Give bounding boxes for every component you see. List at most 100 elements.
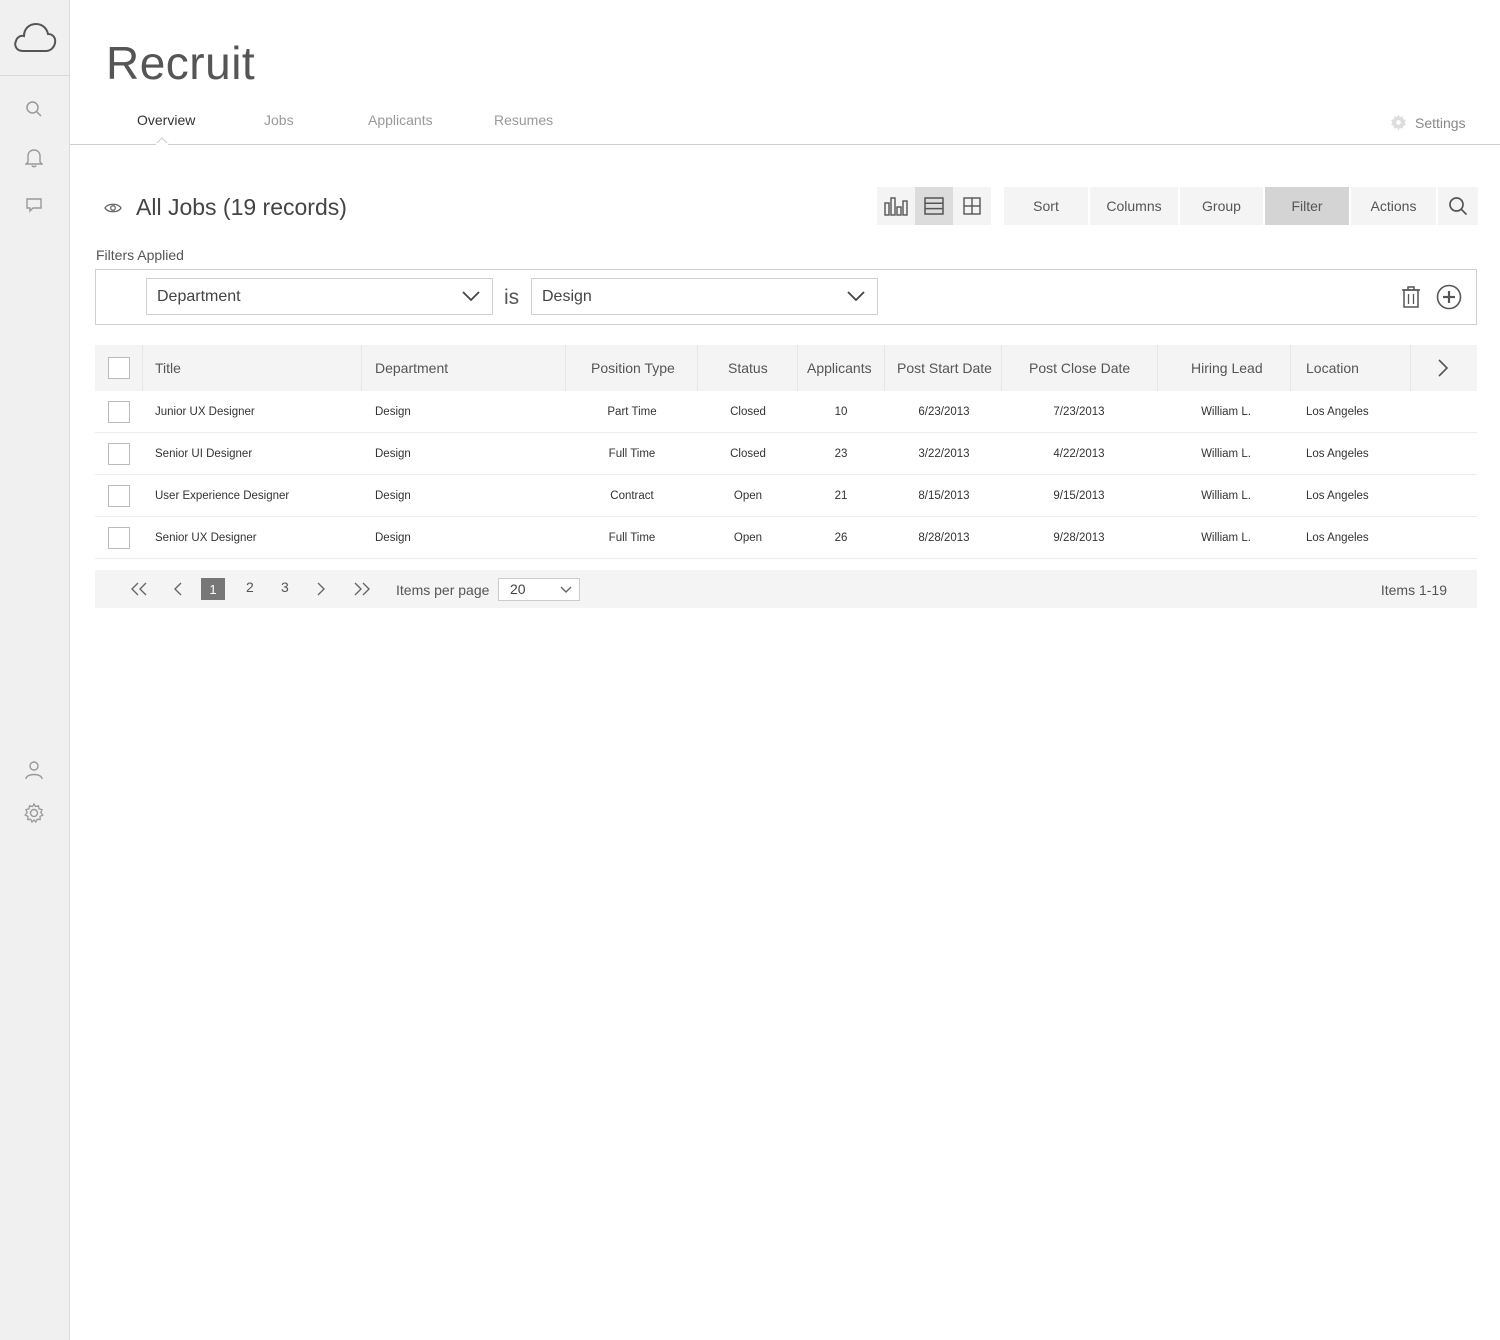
column-header-hiring-lead[interactable]: Hiring Lead: [1191, 360, 1263, 376]
table-row[interactable]: Junior UX Designer Design Part Time Clos…: [95, 391, 1477, 433]
cell-post-close-date: 9/15/2013: [1053, 490, 1105, 502]
list-view-icon: [924, 197, 944, 215]
next-page-icon[interactable]: [316, 582, 326, 596]
cell-hiring-lead: William L.: [1201, 406, 1251, 418]
row-checkbox[interactable]: [108, 527, 130, 549]
page-button-current[interactable]: 1: [201, 578, 225, 600]
list-header: All Jobs (19 records): [104, 194, 347, 221]
search-button[interactable]: [1438, 187, 1478, 225]
column-header-status[interactable]: Status: [728, 360, 768, 376]
cell-status: Closed: [730, 406, 766, 418]
filter-field-select[interactable]: Department: [146, 278, 493, 315]
cell-position-type: Contract: [610, 490, 654, 502]
cell-post-start-date: 8/15/2013: [918, 490, 970, 502]
row-checkbox[interactable]: [108, 401, 130, 423]
cell-location: Los Angeles: [1306, 532, 1369, 544]
column-divider: [142, 345, 143, 391]
jobs-table: Title Department Position Type Status Ap…: [95, 345, 1477, 559]
column-header-post-close-date[interactable]: Post Close Date: [1029, 360, 1130, 376]
column-header-applicants[interactable]: Applicants: [807, 360, 872, 376]
page-button[interactable]: 3: [281, 579, 289, 595]
filter-field-value: Department: [157, 287, 241, 305]
tab-resumes[interactable]: Resumes: [494, 112, 553, 128]
chevron-down-icon: [847, 291, 865, 302]
column-divider: [884, 345, 885, 391]
tab-jobs[interactable]: Jobs: [264, 112, 294, 128]
group-button[interactable]: Group: [1180, 187, 1263, 225]
first-page-icon[interactable]: [130, 582, 148, 596]
trash-icon[interactable]: [1401, 285, 1421, 309]
column-header-position-type[interactable]: Position Type: [591, 360, 675, 376]
gear-icon[interactable]: [22, 801, 46, 825]
cell-department: Design: [375, 406, 411, 418]
tab-applicants[interactable]: Applicants: [368, 112, 433, 128]
column-divider: [1157, 345, 1158, 391]
sidebar: [0, 0, 70, 1340]
cell-title: Junior UX Designer: [155, 406, 255, 418]
select-all-checkbox[interactable]: [108, 357, 130, 379]
cell-position-type: Full Time: [608, 448, 656, 460]
column-divider: [1290, 345, 1291, 391]
list-title: All Jobs (19 records): [136, 194, 347, 220]
caret-gap: [156, 143, 168, 145]
column-divider: [797, 345, 798, 391]
table-row[interactable]: Senior UX Designer Design Full Time Open…: [95, 517, 1477, 559]
page-button[interactable]: 2: [246, 579, 254, 595]
cell-post-start-date: 6/23/2013: [918, 406, 970, 418]
chevron-right-icon[interactable]: [1437, 359, 1449, 377]
filter-button[interactable]: Filter: [1265, 187, 1349, 225]
cell-status: Open: [733, 532, 763, 544]
add-filter-icon[interactable]: [1436, 284, 1462, 310]
column-header-department[interactable]: Department: [375, 360, 448, 376]
chat-icon[interactable]: [22, 193, 46, 217]
grid-view-icon: [963, 197, 981, 215]
sort-button[interactable]: Sort: [1004, 187, 1088, 225]
cell-department: Design: [375, 448, 411, 460]
search-icon: [1449, 197, 1468, 216]
cell-applicants: 21: [834, 490, 848, 502]
list-toolbar: Sort Columns Group Filter Actions: [1004, 187, 1478, 225]
search-icon[interactable]: [22, 97, 46, 121]
chart-view-button[interactable]: [877, 187, 915, 225]
tab-overview[interactable]: Overview: [137, 112, 195, 128]
columns-button[interactable]: Columns: [1090, 187, 1178, 225]
table-header: Title Department Position Type Status Ap…: [95, 345, 1477, 391]
row-checkbox[interactable]: [108, 485, 130, 507]
filter-panel: Department is Design: [95, 269, 1477, 325]
row-checkbox[interactable]: [108, 443, 130, 465]
column-header-post-start-date[interactable]: Post Start Date: [897, 360, 992, 376]
bar-chart-icon: [884, 197, 908, 216]
cell-title: User Experience Designer: [155, 490, 290, 502]
table-row[interactable]: User Experience Designer Design Contract…: [95, 475, 1477, 517]
cell-hiring-lead: William L.: [1201, 532, 1251, 544]
hr-logo[interactable]: [0, 0, 69, 76]
column-divider: [565, 345, 566, 391]
previous-page-icon[interactable]: [173, 582, 183, 596]
filter-value-select[interactable]: Design: [531, 278, 878, 315]
items-per-page-label: Items per page: [396, 582, 490, 598]
cell-title: Senior UX Designer: [155, 532, 257, 544]
settings-link[interactable]: Settings: [1390, 114, 1466, 131]
user-icon[interactable]: [22, 758, 46, 782]
cell-hiring-lead: William L.: [1201, 448, 1251, 460]
list-view-button[interactable]: [915, 187, 953, 225]
column-header-location[interactable]: Location: [1306, 360, 1359, 376]
bell-icon[interactable]: [22, 146, 46, 170]
column-header-title[interactable]: Title: [155, 360, 181, 376]
cell-status: Open: [733, 490, 763, 502]
table-row[interactable]: Senior UI Designer Design Full Time Clos…: [95, 433, 1477, 475]
last-page-icon[interactable]: [353, 582, 371, 596]
cell-hiring-lead: William L.: [1201, 490, 1251, 502]
cell-status: Closed: [730, 448, 766, 460]
grid-view-button[interactable]: [953, 187, 991, 225]
items-per-page-select[interactable]: 20: [498, 578, 580, 601]
eye-icon[interactable]: [104, 202, 122, 214]
actions-button[interactable]: Actions: [1351, 187, 1436, 225]
filter-value: Design: [542, 287, 592, 305]
app-title: Recruit: [106, 37, 256, 89]
header-divider: [70, 144, 1500, 145]
cell-department: Design: [375, 532, 411, 544]
filter-operator: is: [504, 286, 520, 309]
cell-location: Los Angeles: [1306, 448, 1369, 460]
cell-position-type: Full Time: [608, 532, 656, 544]
